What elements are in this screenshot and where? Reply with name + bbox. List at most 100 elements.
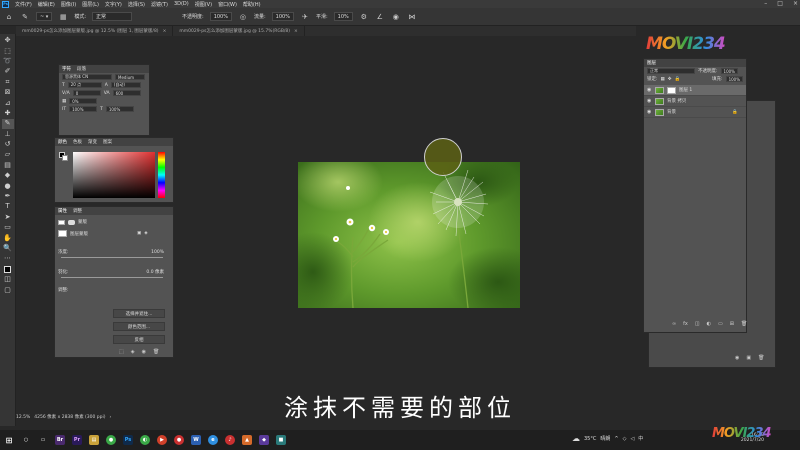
airbrush-icon[interactable]: ✈	[300, 12, 310, 22]
menu-edit[interactable]: 编辑(E)	[38, 1, 55, 8]
pen-tool-icon[interactable]: ✒	[2, 192, 14, 201]
menu-3d[interactable]: 3D(D)	[174, 1, 189, 7]
lock-position-icon[interactable]: ✥	[668, 77, 672, 82]
gradient-tool-icon[interactable]: ▤	[2, 161, 14, 170]
record-app-icon[interactable]: ●	[174, 435, 184, 445]
opacity-input[interactable]: 100%	[720, 68, 738, 74]
task-view-icon[interactable]: ▭	[38, 435, 48, 445]
eye-icon[interactable]: ◉	[647, 109, 652, 115]
adjustment-layer-icon[interactable]: ◐	[707, 321, 711, 327]
explorer-app-icon[interactable]: ▤	[89, 435, 99, 445]
ime-indicator[interactable]: 中	[638, 435, 643, 442]
brush-preset-picker[interactable]: ~ ▾	[36, 12, 53, 21]
music-app-icon[interactable]: ♪	[225, 435, 235, 445]
minimize-icon[interactable]: –	[764, 0, 767, 7]
premiere-app-icon[interactable]: Pr	[72, 435, 82, 445]
hand-tool-icon[interactable]: ✋	[2, 233, 14, 242]
layer-row[interactable]: ◉ 图层 1	[644, 85, 746, 96]
lock-all-icon[interactable]: 🔒	[675, 77, 681, 82]
snapshot-icon[interactable]: ◉	[735, 355, 739, 361]
vector-mask-icon[interactable]	[68, 219, 75, 225]
fill-input[interactable]: 100%	[725, 76, 743, 82]
opacity-input[interactable]: 100%	[209, 12, 232, 21]
density-slider[interactable]	[61, 257, 163, 258]
tsume-input[interactable]: 0%	[69, 98, 98, 104]
app-icon[interactable]: ■	[276, 435, 286, 445]
tab-swatches[interactable]: 色板	[73, 139, 82, 145]
chrome-app-icon[interactable]: ●	[106, 435, 116, 445]
load-selection-icon[interactable]: ⬚	[119, 349, 124, 355]
weather-icon[interactable]: ☁	[572, 434, 580, 443]
tab-patterns[interactable]: 图案	[103, 139, 112, 145]
angle-icon[interactable]: ∠	[375, 12, 385, 22]
tab-properties[interactable]: 属性	[58, 208, 67, 214]
wechat-app-icon[interactable]: ◐	[140, 435, 150, 445]
new-layer-icon[interactable]: ⊞	[730, 321, 734, 327]
photoshop-app-icon[interactable]: Ps	[2, 0, 9, 8]
apply-icon[interactable]: ◈	[131, 349, 135, 355]
color-field[interactable]	[73, 152, 155, 198]
menu-window[interactable]: 窗口(W)	[218, 1, 237, 8]
font-style-select[interactable]: Medium	[115, 74, 145, 80]
healing-brush-tool-icon[interactable]: ✚	[2, 109, 14, 118]
pressure-size-icon[interactable]: ◉	[391, 12, 401, 22]
delete-icon[interactable]: 🗑	[741, 321, 747, 327]
delete-icon[interactable]: 🗑	[153, 349, 159, 355]
layer-mask-thumbnail[interactable]	[667, 86, 676, 94]
lasso-tool-icon[interactable]: ➰	[2, 57, 14, 66]
tab-document-1[interactable]: mm0029-ps怎么添加图层蒙版.jpg @ 12.5% (图层 1, 图层蒙…	[16, 26, 174, 36]
select-mask-icon[interactable]: ▣	[137, 231, 141, 236]
menu-layer[interactable]: 图层(L)	[82, 1, 99, 8]
media-player-icon[interactable]: ▶	[157, 435, 167, 445]
brush-settings-icon[interactable]: ▦	[58, 12, 68, 22]
close-icon[interactable]: ×	[294, 29, 298, 34]
delete-icon[interactable]: 🗑	[758, 355, 764, 361]
new-document-icon[interactable]: ▣	[746, 355, 751, 361]
rectangle-tool-icon[interactable]: ▭	[2, 223, 14, 232]
eye-icon[interactable]: ◉	[647, 98, 652, 104]
mode-select[interactable]: 正常	[92, 12, 132, 21]
kerning-input[interactable]: 0	[72, 90, 101, 96]
flow-input[interactable]: 100%	[271, 12, 294, 21]
hue-slider[interactable]	[158, 152, 165, 198]
menu-view[interactable]: 视图(V)	[195, 1, 212, 8]
tab-color[interactable]: 颜色	[58, 139, 67, 145]
history-brush-tool-icon[interactable]: ↺	[2, 140, 14, 149]
leading-input[interactable]: (自动)	[110, 82, 141, 88]
brush-tool-icon[interactable]: ✎	[1, 119, 14, 129]
clone-stamp-tool-icon[interactable]: ⊥	[2, 130, 14, 139]
invert-button[interactable]: 反相	[113, 335, 165, 344]
color-range-button[interactable]: 颜色范围...	[113, 322, 165, 331]
close-icon[interactable]: ×	[163, 29, 167, 34]
screen-mode-icon[interactable]: ▢	[2, 285, 14, 294]
density-value[interactable]: 100%	[151, 250, 164, 255]
menu-help[interactable]: 帮助(H)	[243, 1, 261, 8]
font-size-input[interactable]: 20 点	[67, 82, 102, 88]
visibility-icon[interactable]: ◉	[142, 349, 146, 355]
feather-slider[interactable]	[61, 277, 163, 278]
app-icon[interactable]: ◆	[259, 435, 269, 445]
tray-chevron-icon[interactable]: ^	[614, 436, 618, 442]
tab-document-2[interactable]: mm0029-ps怎么添加图层蒙版.jpg @ 15.7%(RGB/8) ×	[173, 26, 305, 36]
vertical-scale-input[interactable]: 100%	[69, 106, 98, 112]
symmetry-icon[interactable]: ⋈	[407, 12, 417, 22]
lock-pixels-icon[interactable]: ▦	[661, 77, 665, 82]
layer-row[interactable]: ◉ 背景 🔒	[644, 107, 746, 118]
maximize-icon[interactable]: □	[777, 0, 783, 7]
quick-mask-icon[interactable]: ◫	[2, 275, 14, 284]
close-icon[interactable]: ×	[793, 0, 798, 7]
tab-character[interactable]: 字符	[62, 66, 71, 72]
group-icon[interactable]: ▭	[718, 321, 723, 327]
menu-select[interactable]: 选择(S)	[128, 1, 145, 8]
menu-type[interactable]: 文字(Y)	[105, 1, 122, 8]
word-app-icon[interactable]: W	[191, 435, 201, 445]
frame-tool-icon[interactable]: ⊠	[2, 88, 14, 97]
layer-row[interactable]: ◉ 背景 拷贝	[644, 96, 746, 107]
foreground-color-swatch[interactable]	[2, 265, 14, 274]
windows-start-icon[interactable]: ⊞	[4, 435, 14, 445]
type-tool-icon[interactable]: T	[2, 202, 14, 211]
fg-bg-swatches[interactable]	[59, 152, 69, 162]
apply-mask-icon[interactable]: ◈	[144, 231, 147, 236]
menu-file[interactable]: 文件(F)	[15, 1, 32, 8]
menu-image[interactable]: 图像(I)	[61, 1, 76, 8]
